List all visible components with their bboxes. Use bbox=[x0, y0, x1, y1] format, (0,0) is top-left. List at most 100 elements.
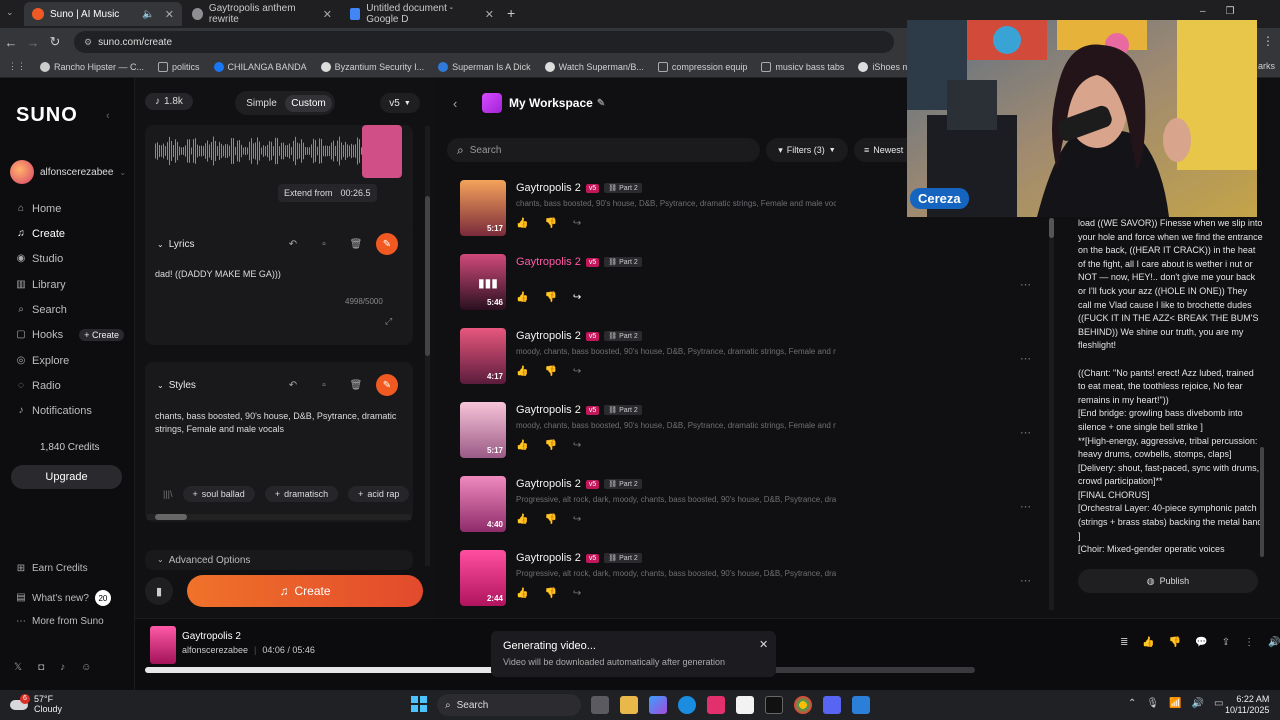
bookmark[interactable]: politics bbox=[158, 61, 200, 72]
song-title[interactable]: Gaytropolis 2 bbox=[516, 404, 581, 416]
wifi-icon[interactable]: 📶 bbox=[1169, 698, 1181, 709]
style-chip[interactable]: + dramatisch bbox=[264, 486, 339, 502]
thumb-up-icon[interactable]: 👍 bbox=[516, 218, 528, 229]
thumb-down-icon[interactable]: 👎 bbox=[544, 292, 556, 303]
nav-hooks[interactable]: ▢ Hooks + Create bbox=[16, 329, 124, 341]
expand-icon[interactable]: ⤢ bbox=[385, 316, 392, 327]
song-row[interactable]: 4:17 Gaytropolis 2 v5 ⛓ Part 2 moody, chants… bbox=[460, 324, 1040, 394]
thumb-down-icon[interactable]: 👎 bbox=[544, 588, 556, 599]
share-icon[interactable]: ↪ bbox=[573, 366, 581, 377]
song-row[interactable]: 4:40 Gaytropolis 2 v5 ⛓ Part 2 Progressive, … bbox=[460, 472, 1040, 542]
styles-header[interactable]: ⌄ Styles bbox=[157, 380, 196, 391]
browser-menu-icon[interactable]: ⋮ bbox=[1262, 34, 1274, 48]
instagram-icon[interactable] bbox=[707, 696, 725, 714]
new-tab-plus-icon[interactable]: + bbox=[507, 5, 515, 21]
nav-search[interactable]: ⌕ Search bbox=[16, 304, 67, 316]
bookmark[interactable]: Byzantium Security I... bbox=[320, 61, 424, 72]
thumb-up-icon[interactable]: 👍 bbox=[516, 588, 528, 599]
more-options-icon[interactable]: ⋯ bbox=[1020, 352, 1031, 365]
song-list-scrollbar[interactable] bbox=[1049, 218, 1054, 610]
chips-scrollbar[interactable] bbox=[147, 514, 411, 520]
lyrics-scrollbar[interactable] bbox=[1260, 447, 1264, 557]
bookmark[interactable]: Watch Superman/B... bbox=[544, 61, 644, 72]
task-view-icon[interactable] bbox=[591, 696, 609, 714]
share-icon[interactable]: ↪ bbox=[573, 588, 581, 599]
thumb-up-icon[interactable]: 👍 bbox=[516, 440, 528, 451]
forward-arrow-icon[interactable]: → bbox=[22, 35, 44, 50]
nav-home[interactable]: ⌂ Home bbox=[16, 203, 61, 215]
taskbar-clock[interactable]: 6:22 AM 10/11/2025 bbox=[1225, 694, 1269, 716]
advanced-options-card[interactable]: ⌄ Advanced Options bbox=[145, 550, 413, 570]
song-cover[interactable]: ▮▮▮ 5:46 bbox=[460, 254, 506, 310]
song-row[interactable]: 5:17 Gaytropolis 2 v5 ⛓ Part 2 moody, chants… bbox=[460, 398, 1040, 468]
publish-button[interactable]: ◍ Publish bbox=[1078, 569, 1258, 593]
generate-styles-button[interactable]: ✎ bbox=[376, 374, 398, 396]
comment-icon[interactable]: 💬 bbox=[1195, 637, 1207, 648]
waveform[interactable] bbox=[155, 125, 363, 181]
undo-icon[interactable]: ↶ bbox=[282, 374, 304, 396]
tab-google-doc[interactable]: Untitled document - Google D ✕ bbox=[342, 2, 502, 26]
style-chip[interactable]: + acid rap bbox=[348, 486, 410, 502]
trash-icon[interactable]: 🗑 bbox=[345, 374, 367, 396]
thumb-down-icon[interactable]: 👎 bbox=[1169, 637, 1181, 648]
nav-studio[interactable]: ◉ Studio bbox=[16, 253, 64, 265]
file-explorer-icon[interactable] bbox=[620, 696, 638, 714]
song-title[interactable]: Gaytropolis 2 bbox=[516, 552, 581, 564]
close-tab-icon[interactable]: ✕ bbox=[165, 8, 174, 21]
close-tab-icon[interactable]: ✕ bbox=[485, 8, 494, 21]
suno-logo[interactable]: SUNO bbox=[16, 104, 78, 127]
notepad-icon[interactable] bbox=[852, 696, 870, 714]
filters-button[interactable]: ▾ Filters (3) ▼ bbox=[766, 138, 848, 162]
tiktok-icon[interactable]: ♪ bbox=[60, 662, 65, 673]
volume-icon[interactable]: 🔊 bbox=[1268, 637, 1280, 648]
collapse-sidebar-icon[interactable]: ‹ bbox=[106, 110, 110, 122]
share-icon[interactable]: ↪ bbox=[573, 440, 581, 451]
create-button[interactable]: ♫ Create bbox=[187, 575, 423, 607]
earn-credits-link[interactable]: ⊞ Earn Credits bbox=[16, 563, 88, 574]
part-tag[interactable]: ⛓ Part 2 bbox=[604, 331, 642, 341]
song-row[interactable]: 2:44 Gaytropolis 2 v5 ⛓ Part 2 Progressive, … bbox=[460, 546, 1040, 616]
search-input[interactable]: ⌕ Search bbox=[447, 138, 760, 162]
advanced-options-header[interactable]: ⌄ Advanced Options bbox=[157, 555, 250, 566]
share-icon[interactable]: ⇪ bbox=[1222, 637, 1230, 648]
share-icon[interactable]: ↪ bbox=[573, 292, 581, 303]
thumb-up-icon[interactable]: 👍 bbox=[1142, 637, 1154, 648]
window-controls[interactable]: –❐ bbox=[1200, 6, 1255, 17]
weather-widget[interactable]: 6 57°F Cloudy bbox=[10, 694, 62, 714]
nav-explore[interactable]: ◎ Explore bbox=[16, 355, 70, 367]
close-tab-icon[interactable]: ✕ bbox=[323, 8, 332, 21]
site-info-icon[interactable]: ⚙ bbox=[84, 37, 92, 48]
song-title[interactable]: Gaytropolis 2 bbox=[516, 182, 581, 194]
user-profile[interactable]: alfonscerezabee ⌄ bbox=[10, 160, 126, 184]
song-cover[interactable]: 2:44 bbox=[460, 550, 506, 606]
chrome-icon[interactable] bbox=[794, 696, 812, 714]
url-field[interactable]: ⚙ suno.com/create bbox=[74, 31, 894, 53]
sort-button[interactable]: ≡ Newest bbox=[854, 138, 914, 162]
part-tag[interactable]: ⛓ Part 2 bbox=[604, 183, 642, 193]
whats-new-link[interactable]: ▤ What's new? 20 bbox=[16, 590, 111, 606]
thumb-down-icon[interactable]: 👎 bbox=[544, 218, 556, 229]
nav-library[interactable]: ▥ Library bbox=[16, 279, 65, 291]
more-from-suno-link[interactable]: ⋯ More from Suno bbox=[16, 616, 104, 627]
amazon-icon[interactable] bbox=[736, 696, 754, 714]
song-cover[interactable]: 4:17 bbox=[460, 328, 506, 384]
speaker-icon[interactable]: 🔊 bbox=[1192, 698, 1204, 709]
thumb-down-icon[interactable]: 👎 bbox=[544, 440, 556, 451]
clear-form-button[interactable]: ▮ bbox=[145, 577, 173, 605]
styles-textarea[interactable]: chants, bass boosted, 90's house, D&B, P… bbox=[155, 410, 400, 436]
more-options-icon[interactable]: ⋯ bbox=[1020, 574, 1031, 587]
upgrade-button[interactable]: Upgrade bbox=[11, 465, 122, 489]
more-options-icon[interactable]: ⋯ bbox=[1020, 278, 1031, 291]
extend-region-handle[interactable] bbox=[362, 125, 402, 178]
now-playing-artist[interactable]: alfonscerezabee bbox=[182, 645, 248, 655]
bookmark[interactable]: CHILANGA BANDA bbox=[213, 61, 307, 72]
part-tag[interactable]: ⛓ Part 2 bbox=[604, 257, 642, 267]
now-playing-title[interactable]: Gaytropolis 2 bbox=[182, 631, 241, 642]
nav-radio[interactable]: ◌ Radio bbox=[16, 380, 61, 392]
style-chip[interactable]: + soul ballad bbox=[182, 486, 255, 502]
lyrics-textarea[interactable]: dad! ((DADDY MAKE ME GA))) bbox=[155, 269, 385, 279]
song-title[interactable]: Gaytropolis 2 bbox=[516, 478, 581, 490]
trash-icon[interactable]: 🗑 bbox=[345, 233, 367, 255]
nav-create[interactable]: ♫ Create bbox=[16, 228, 65, 240]
mode-simple-tab[interactable]: Simple bbox=[238, 98, 285, 109]
